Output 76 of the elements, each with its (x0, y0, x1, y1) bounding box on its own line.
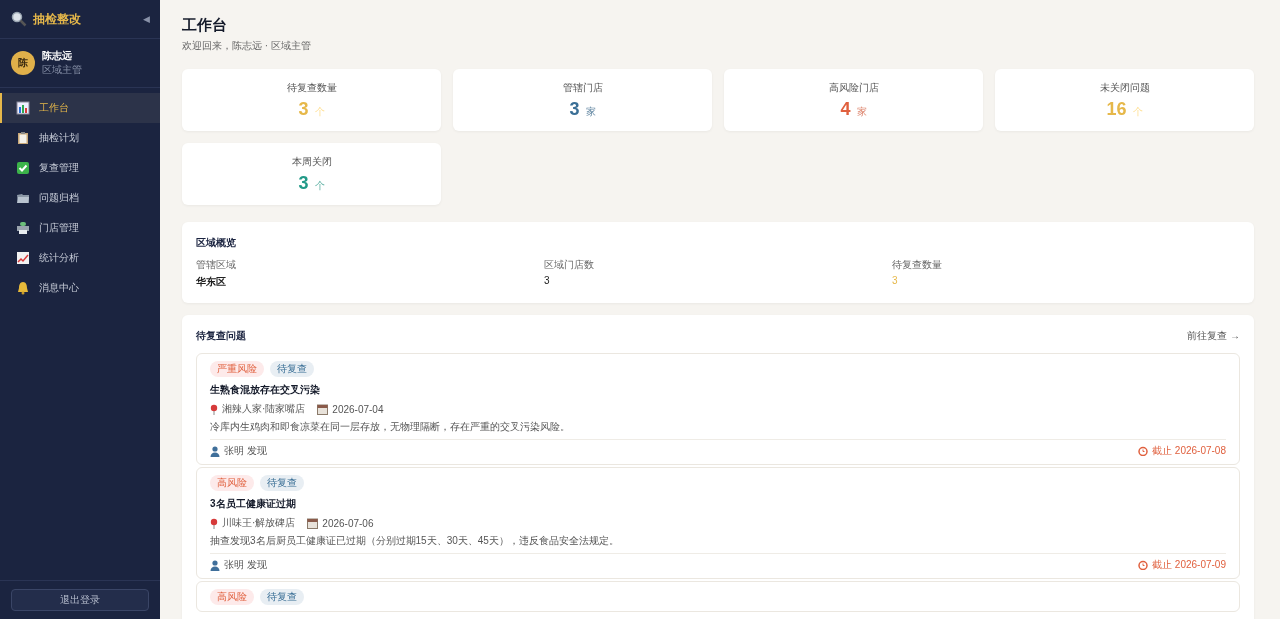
avatar: 陈 (11, 51, 35, 75)
sidebar-item[interactable]: 统计分析 (0, 243, 160, 273)
sidebar-item[interactable]: 抽检计划 (0, 123, 160, 153)
field-value: 3 (544, 275, 551, 286)
sidebar-item[interactable]: 问题归档 (0, 183, 160, 213)
panel-title: 区域概览 (196, 236, 237, 250)
issue-title: 3名员工健康证过期 (210, 497, 297, 511)
finder-text: 张明 发现 (224, 444, 267, 458)
status-tag: 待复查 (260, 589, 304, 605)
stat-label: 未关闭问题 (1099, 80, 1150, 95)
person-icon (210, 559, 220, 571)
field-value: 3 (892, 275, 899, 286)
store-name: 湘辣人家·陆家嘴店 (222, 402, 306, 416)
pin-icon (210, 403, 218, 415)
issue-card[interactable]: 高风险 待复查 (196, 581, 1240, 612)
alarm-clock-icon (1138, 560, 1149, 570)
user-role: 区域主管 (42, 63, 82, 77)
issue-card[interactable]: 严重风险 待复查 生熟食混放存在交叉污染 湘辣人家·陆家嘴店 2026-07-04 冷库内生鸡肉和即食凉菜在同一层存放，无物理隔断，存在严重的交叉污染风险。 张明 发现 截止 2026-07-08 (196, 353, 1240, 465)
store-name: 川味王·解放碑店 (222, 516, 296, 530)
search-icon (11, 11, 27, 27)
issue-description: 冷库内生鸡肉和即食凉菜在同一层存放，无物理隔断，存在严重的交叉污染风险。 (210, 420, 1226, 440)
sidebar-item[interactable]: 复查管理 (0, 153, 160, 183)
risk-tag: 高风险 (210, 589, 254, 605)
stat-unit: 个 (1132, 104, 1143, 119)
stat-unit: 个 (314, 104, 325, 119)
field-label: 待复查数量 (892, 258, 943, 272)
stat-value: 3 (569, 98, 580, 120)
issue-date: 2026-07-06 (322, 517, 374, 529)
clipboard-icon (16, 131, 30, 145)
review-link[interactable]: 前往复查 → (1187, 329, 1240, 343)
issue-description: 抽查发现3名后厨员工健康证已过期（分别过期15天、30天、45天），违反食品安全法规定。 (210, 534, 1226, 554)
line-chart-icon (16, 251, 30, 265)
status-tag: 待复查 (260, 475, 304, 491)
user-name: 陈志远 (42, 49, 73, 63)
panel-title: 待复查问题 (196, 329, 246, 343)
sidebar-item[interactable]: 工作台 (0, 93, 160, 123)
field-value: 华东区 (196, 275, 227, 289)
stat-value: 3 (298, 98, 309, 120)
stat-value: 3 (298, 172, 309, 194)
stat-label: 待复查数量 (286, 80, 337, 95)
finder-text: 张明 发现 (224, 558, 267, 572)
stat-label: 管辖门店 (562, 80, 603, 95)
bar-chart-icon (16, 101, 30, 115)
printer-icon (16, 221, 30, 235)
stat-label: 本周关闭 (291, 154, 332, 169)
pin-icon (210, 517, 218, 529)
stat-unit: 家 (585, 104, 596, 119)
issue-card[interactable]: 高风险 待复查 3名员工健康证过期 川味王·解放碑店 2026-07-06 抽查发现3名后厨员工健康证已过期（分别过期15天、30天、45天），违反食品安全法规定。 张明 发现 截止 2026-07-09 (196, 467, 1240, 579)
logout-button[interactable]: 退出登录 (11, 589, 149, 611)
checkbox-icon (16, 161, 30, 175)
sidebar-item[interactable]: 消息中心 (0, 273, 160, 303)
alarm-clock-icon (1138, 446, 1149, 456)
stat-label: 高风险门店 (828, 80, 879, 95)
welcome-text: 欢迎回来，陈志远 · 区域主管 (182, 39, 312, 53)
deadline-text: 截止 2026-07-08 (1152, 444, 1226, 458)
stat-unit: 家 (856, 104, 867, 119)
person-icon (210, 445, 220, 457)
page-title: 工作台 (182, 16, 228, 35)
bell-icon (16, 281, 30, 295)
stat-unit: 个 (314, 178, 325, 193)
field-label: 管辖区域 (196, 258, 237, 272)
sidebar-item[interactable]: 门店管理 (0, 213, 160, 243)
calendar-icon (317, 403, 329, 415)
issue-date: 2026-07-04 (332, 403, 384, 415)
app-title: 抽检整改 (33, 11, 82, 27)
risk-tag: 严重风险 (210, 361, 264, 377)
collapse-button[interactable]: ◀ (143, 14, 150, 24)
folder-icon (16, 191, 30, 205)
risk-tag: 高风险 (210, 475, 254, 491)
field-label: 区域门店数 (544, 258, 595, 272)
status-tag: 待复查 (270, 361, 314, 377)
deadline-text: 截止 2026-07-09 (1152, 558, 1226, 572)
calendar-icon (307, 517, 319, 529)
stat-value: 4 (840, 98, 851, 120)
issue-title: 生熟食混放存在交叉污染 (210, 383, 321, 397)
stat-value: 16 (1106, 98, 1127, 120)
